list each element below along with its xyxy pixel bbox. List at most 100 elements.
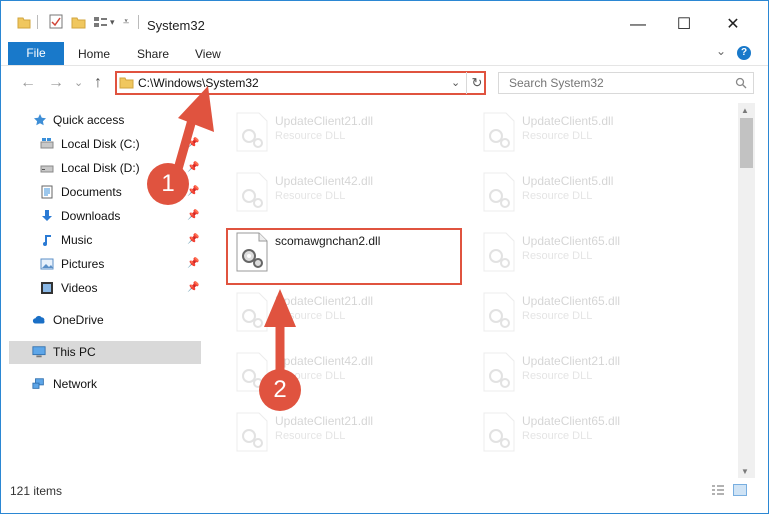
pin-icon: 📌 bbox=[187, 282, 200, 293]
dll-file-icon bbox=[236, 172, 268, 212]
sidebar-item-label: OneDrive bbox=[53, 313, 104, 327]
pin-icon: 📌 bbox=[187, 234, 200, 245]
ribbon-expand-icon[interactable]: ⌄ bbox=[716, 44, 726, 58]
tab-home[interactable]: Home bbox=[78, 47, 110, 61]
download-icon bbox=[42, 210, 52, 221]
sidebar-item-label: Quick access bbox=[53, 113, 125, 127]
pin-icon: 📌 bbox=[187, 258, 200, 269]
file-tile[interactable]: UpdateClient21.dll Resource DLL bbox=[227, 106, 457, 164]
file-type: Resource DLL bbox=[522, 190, 593, 202]
drive-icon bbox=[40, 165, 54, 173]
tab-share[interactable]: Share bbox=[137, 47, 169, 61]
status-bar bbox=[1, 479, 768, 512]
file-name: UpdateClient5.dll bbox=[522, 114, 614, 128]
sidebar-item-label: Local Disk (C:) bbox=[61, 137, 140, 151]
file-tile[interactable]: UpdateClient5.dll Resource DLL bbox=[474, 106, 724, 164]
address-dropdown-icon[interactable]: ⌄ bbox=[451, 76, 460, 89]
documents-icon bbox=[41, 185, 53, 199]
scroll-up-icon[interactable]: ▲ bbox=[741, 106, 749, 115]
dll-file-icon bbox=[236, 412, 268, 452]
ribbon bbox=[1, 41, 768, 65]
large-icons-view-icon[interactable] bbox=[733, 484, 747, 496]
customize-icon[interactable] bbox=[93, 16, 108, 29]
file-tile[interactable]: UpdateClient21.dll Resource DLL bbox=[227, 406, 457, 464]
file-name: UpdateClient5.dll bbox=[522, 174, 614, 188]
file-type: Resource DLL bbox=[522, 430, 593, 442]
file-name: UpdateClient42.dll bbox=[275, 174, 374, 188]
close-button[interactable]: ✕ bbox=[710, 10, 756, 40]
star-icon bbox=[34, 114, 46, 126]
sidebar-item-label: Downloads bbox=[61, 209, 121, 223]
window-title: System32 bbox=[147, 18, 205, 33]
forward-button[interactable]: → bbox=[48, 74, 64, 92]
recent-locations-icon[interactable]: ⌄ bbox=[74, 76, 83, 89]
sidebar-item-videos[interactable]: Videos 📌 bbox=[0, 277, 200, 299]
drive-icon bbox=[40, 138, 54, 149]
file-type: Resource DLL bbox=[522, 310, 593, 322]
videos-icon bbox=[41, 282, 53, 294]
properties-icon[interactable] bbox=[49, 14, 63, 29]
maximize-button[interactable]: ☐ bbox=[661, 10, 707, 40]
music-icon bbox=[43, 235, 51, 246]
help-icon[interactable]: ? bbox=[737, 46, 751, 60]
sidebar-item-network[interactable]: Network bbox=[0, 373, 200, 395]
sidebar-item-label: Pictures bbox=[61, 257, 105, 271]
title-divider bbox=[138, 15, 139, 29]
file-type: Resource DLL bbox=[275, 430, 346, 442]
dll-file-icon bbox=[483, 412, 515, 452]
file-name: UpdateClient65.dll bbox=[522, 294, 621, 308]
sidebar-item-this-pc[interactable]: This PC bbox=[0, 341, 200, 363]
sidebar-item-label: Local Disk (D:) bbox=[61, 161, 140, 175]
dll-file-icon bbox=[483, 352, 515, 392]
search-input[interactable] bbox=[498, 72, 754, 94]
tab-view[interactable]: View bbox=[195, 47, 221, 61]
file-type: Resource DLL bbox=[522, 370, 593, 382]
minimize-button[interactable]: — bbox=[615, 10, 661, 40]
file-tile[interactable]: UpdateClient21.dll Resource DLL bbox=[474, 346, 724, 404]
scrollbar-thumb[interactable] bbox=[740, 118, 753, 168]
qat-divider bbox=[37, 15, 38, 29]
scroll-down-icon[interactable]: ▼ bbox=[741, 467, 749, 476]
qat-dropdown-icon[interactable]: ▾ bbox=[110, 17, 115, 28]
sidebar-item-label: Music bbox=[61, 233, 93, 247]
dll-file-icon bbox=[483, 172, 515, 212]
tab-file[interactable]: File bbox=[8, 42, 64, 65]
dll-file-icon bbox=[236, 112, 268, 152]
back-button[interactable]: ← bbox=[20, 74, 36, 92]
new-folder-icon[interactable] bbox=[71, 15, 86, 29]
step-1-badge: 1 bbox=[147, 163, 189, 205]
file-name: UpdateClient21.dll bbox=[275, 414, 374, 428]
file-tile[interactable]: UpdateClient65.dll Resource DLL bbox=[474, 406, 724, 464]
folder-icon bbox=[119, 77, 134, 89]
pictures-icon bbox=[40, 258, 54, 270]
file-tile[interactable]: UpdateClient5.dll Resource DLL bbox=[474, 166, 724, 224]
search-icon bbox=[735, 77, 747, 89]
file-tile[interactable]: UpdateClient65.dll Resource DLL bbox=[474, 226, 724, 284]
sidebar-item-label: This PC bbox=[53, 345, 96, 359]
file-tile[interactable]: UpdateClient42.dll Resource DLL bbox=[227, 166, 457, 224]
computer-icon bbox=[32, 346, 46, 358]
refresh-button[interactable]: ↻ bbox=[466, 72, 487, 94]
sidebar-item-label: Network bbox=[53, 377, 98, 391]
file-name: UpdateClient21.dll bbox=[522, 354, 621, 368]
file-type: Resource DLL bbox=[275, 130, 346, 142]
qat-customize-icon[interactable]: ⩡ bbox=[123, 16, 129, 29]
file-type: Resource DLL bbox=[522, 250, 593, 262]
sidebar-item-label: Documents bbox=[61, 185, 122, 199]
sidebar-item-music[interactable]: Music 📌 bbox=[0, 229, 200, 251]
pin-icon: 📌 bbox=[187, 210, 200, 221]
folder-icon bbox=[17, 17, 31, 29]
file-tile[interactable]: UpdateClient65.dll Resource DLL bbox=[474, 286, 724, 344]
dll-file-icon bbox=[483, 112, 515, 152]
file-name: UpdateClient65.dll bbox=[522, 414, 621, 428]
sidebar-item-pictures[interactable]: Pictures 📌 bbox=[0, 253, 200, 275]
up-button[interactable]: ↑ bbox=[94, 74, 102, 92]
file-name: UpdateClient21.dll bbox=[275, 114, 374, 128]
onedrive-icon bbox=[32, 315, 45, 324]
details-view-icon[interactable] bbox=[711, 484, 725, 496]
target-file-highlight bbox=[226, 228, 462, 285]
sidebar-item-downloads[interactable]: Downloads 📌 bbox=[0, 205, 200, 227]
step-2-badge: 2 bbox=[259, 369, 301, 411]
sidebar-item-onedrive[interactable]: OneDrive bbox=[0, 309, 200, 331]
file-name: UpdateClient65.dll bbox=[522, 234, 621, 248]
